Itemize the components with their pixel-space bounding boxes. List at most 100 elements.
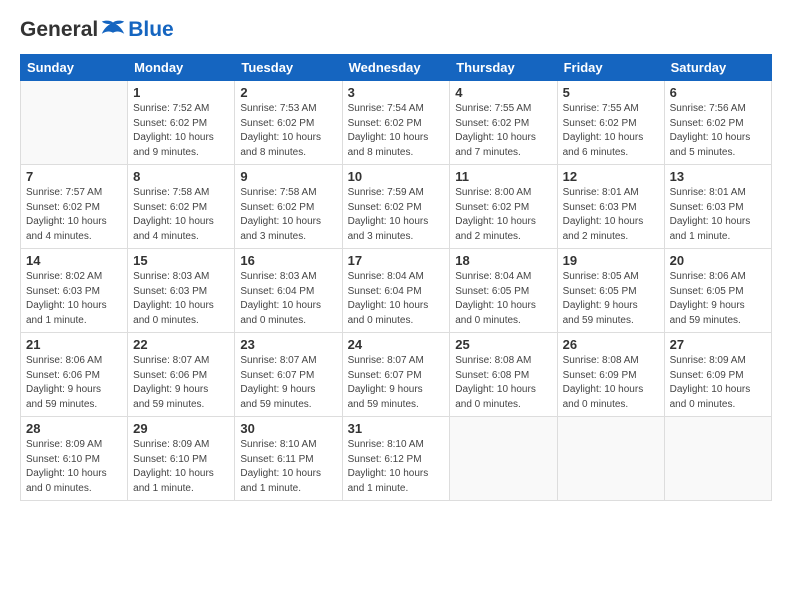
logo-general-text: General	[20, 18, 98, 42]
calendar-day-cell: 20 Sunrise: 8:06 AM Sunset: 6:05 PM Dayli…	[664, 249, 771, 333]
day-number: 4	[455, 85, 551, 100]
day-number: 31	[348, 421, 445, 436]
day-info: Sunrise: 8:08 AM Sunset: 6:08 PM Dayligh…	[455, 354, 551, 412]
day-info: Sunrise: 8:01 AM Sunset: 6:03 PM Dayligh…	[670, 186, 766, 244]
day-number: 2	[240, 85, 336, 100]
calendar-day-cell: 26 Sunrise: 8:08 AM Sunset: 6:09 PM Dayli…	[557, 333, 664, 417]
calendar-day-cell: 17Sunrise: 8:04 AM Sunset: 6:04 PM Dayli…	[342, 249, 450, 333]
calendar-day-cell: 21 Sunrise: 8:06 AM Sunset: 6:06 PM Dayli…	[21, 333, 128, 417]
calendar-day-cell: 6 Sunrise: 7:56 AM Sunset: 6:02 PM Daylig…	[664, 81, 771, 165]
day-number: 13	[670, 169, 766, 184]
calendar-week-row: 28 Sunrise: 8:09 AM Sunset: 6:10 PM Dayli…	[21, 417, 772, 501]
day-number: 29	[133, 421, 229, 436]
day-info: Sunrise: 8:02 AM Sunset: 6:03 PM Dayligh…	[26, 270, 122, 328]
calendar-day-header: Thursday	[450, 55, 557, 81]
day-number: 28	[26, 421, 122, 436]
day-info: Sunrise: 7:55 AM Sunset: 6:02 PM Dayligh…	[455, 102, 551, 160]
day-number: 12	[563, 169, 659, 184]
calendar-day-cell: 12 Sunrise: 8:01 AM Sunset: 6:03 PM Dayli…	[557, 165, 664, 249]
day-info: Sunrise: 8:04 AM Sunset: 6:05 PM Dayligh…	[455, 270, 551, 328]
day-info: Sunrise: 8:06 AM Sunset: 6:06 PM Dayligh…	[26, 354, 122, 412]
calendar-day-cell	[664, 417, 771, 501]
calendar-day-header: Saturday	[664, 55, 771, 81]
day-number: 25	[455, 337, 551, 352]
calendar-day-cell: 1 Sunrise: 7:52 AM Sunset: 6:02 PM Daylig…	[128, 81, 235, 165]
day-number: 23	[240, 337, 336, 352]
calendar-day-header: Wednesday	[342, 55, 450, 81]
calendar-day-cell: 14Sunrise: 8:02 AM Sunset: 6:03 PM Dayli…	[21, 249, 128, 333]
calendar-day-cell	[450, 417, 557, 501]
day-info: Sunrise: 8:09 AM Sunset: 6:09 PM Dayligh…	[670, 354, 766, 412]
calendar-day-cell: 16 Sunrise: 8:03 AM Sunset: 6:04 PM Dayli…	[235, 249, 342, 333]
day-number: 8	[133, 169, 229, 184]
day-number: 9	[240, 169, 336, 184]
day-info: Sunrise: 7:57 AM Sunset: 6:02 PM Dayligh…	[26, 186, 122, 244]
day-info: Sunrise: 8:10 AM Sunset: 6:12 PM Dayligh…	[348, 438, 445, 496]
calendar-day-cell: 24Sunrise: 8:07 AM Sunset: 6:07 PM Dayli…	[342, 333, 450, 417]
calendar-day-cell: 4 Sunrise: 7:55 AM Sunset: 6:02 PM Daylig…	[450, 81, 557, 165]
day-number: 26	[563, 337, 659, 352]
calendar-day-cell: 10 Sunrise: 7:59 AM Sunset: 6:02 PM Dayli…	[342, 165, 450, 249]
calendar-day-cell: 7 Sunrise: 7:57 AM Sunset: 6:02 PM Daylig…	[21, 165, 128, 249]
day-info: Sunrise: 7:58 AM Sunset: 6:02 PM Dayligh…	[240, 186, 336, 244]
day-info: Sunrise: 7:58 AM Sunset: 6:02 PM Dayligh…	[133, 186, 229, 244]
calendar-day-cell: 23 Sunrise: 8:07 AM Sunset: 6:07 PM Dayli…	[235, 333, 342, 417]
day-info: Sunrise: 8:07 AM Sunset: 6:07 PM Dayligh…	[240, 354, 336, 412]
page: General Blue SundayMondayTuesdayWednesda…	[0, 0, 792, 612]
day-info: Sunrise: 7:53 AM Sunset: 6:02 PM Dayligh…	[240, 102, 336, 160]
calendar-day-cell: 15Sunrise: 8:03 AM Sunset: 6:03 PM Dayli…	[128, 249, 235, 333]
calendar-day-cell: 22 Sunrise: 8:07 AM Sunset: 6:06 PM Dayli…	[128, 333, 235, 417]
day-number: 16	[240, 253, 336, 268]
day-info: Sunrise: 8:03 AM Sunset: 6:03 PM Dayligh…	[133, 270, 229, 328]
calendar-day-cell: 27 Sunrise: 8:09 AM Sunset: 6:09 PM Dayli…	[664, 333, 771, 417]
day-info: Sunrise: 7:52 AM Sunset: 6:02 PM Dayligh…	[133, 102, 229, 160]
calendar-table: SundayMondayTuesdayWednesdayThursdayFrid…	[20, 54, 772, 501]
calendar-day-cell: 9 Sunrise: 7:58 AM Sunset: 6:02 PM Daylig…	[235, 165, 342, 249]
day-number: 3	[348, 85, 445, 100]
day-number: 10	[348, 169, 445, 184]
day-info: Sunrise: 8:03 AM Sunset: 6:04 PM Dayligh…	[240, 270, 336, 328]
calendar-day-cell: 19Sunrise: 8:05 AM Sunset: 6:05 PM Dayli…	[557, 249, 664, 333]
day-number: 27	[670, 337, 766, 352]
calendar-day-cell	[21, 81, 128, 165]
calendar-day-cell	[557, 417, 664, 501]
day-info: Sunrise: 8:01 AM Sunset: 6:03 PM Dayligh…	[563, 186, 659, 244]
calendar-day-cell: 30Sunrise: 8:10 AM Sunset: 6:11 PM Dayli…	[235, 417, 342, 501]
calendar-day-cell: 13 Sunrise: 8:01 AM Sunset: 6:03 PM Dayli…	[664, 165, 771, 249]
day-info: Sunrise: 7:56 AM Sunset: 6:02 PM Dayligh…	[670, 102, 766, 160]
calendar-day-cell: 29 Sunrise: 8:09 AM Sunset: 6:10 PM Dayli…	[128, 417, 235, 501]
day-info: Sunrise: 8:09 AM Sunset: 6:10 PM Dayligh…	[133, 438, 229, 496]
day-number: 22	[133, 337, 229, 352]
day-number: 20	[670, 253, 766, 268]
calendar-week-row: 7 Sunrise: 7:57 AM Sunset: 6:02 PM Daylig…	[21, 165, 772, 249]
calendar-day-cell: 2 Sunrise: 7:53 AM Sunset: 6:02 PM Daylig…	[235, 81, 342, 165]
calendar-day-header: Tuesday	[235, 55, 342, 81]
header: General Blue	[20, 18, 772, 42]
calendar-header-row: SundayMondayTuesdayWednesdayThursdayFrid…	[21, 55, 772, 81]
day-number: 7	[26, 169, 122, 184]
calendar-day-cell: 18Sunrise: 8:04 AM Sunset: 6:05 PM Dayli…	[450, 249, 557, 333]
logo: General Blue	[20, 18, 174, 42]
day-info: Sunrise: 7:54 AM Sunset: 6:02 PM Dayligh…	[348, 102, 445, 160]
day-info: Sunrise: 8:05 AM Sunset: 6:05 PM Dayligh…	[563, 270, 659, 328]
day-info: Sunrise: 8:07 AM Sunset: 6:06 PM Dayligh…	[133, 354, 229, 412]
calendar-week-row: 21 Sunrise: 8:06 AM Sunset: 6:06 PM Dayli…	[21, 333, 772, 417]
day-info: Sunrise: 8:06 AM Sunset: 6:05 PM Dayligh…	[670, 270, 766, 328]
calendar-day-cell: 3 Sunrise: 7:54 AM Sunset: 6:02 PM Daylig…	[342, 81, 450, 165]
calendar-day-cell: 11Sunrise: 8:00 AM Sunset: 6:02 PM Dayli…	[450, 165, 557, 249]
day-info: Sunrise: 8:10 AM Sunset: 6:11 PM Dayligh…	[240, 438, 336, 496]
day-info: Sunrise: 8:09 AM Sunset: 6:10 PM Dayligh…	[26, 438, 122, 496]
day-info: Sunrise: 8:00 AM Sunset: 6:02 PM Dayligh…	[455, 186, 551, 244]
calendar-day-cell: 5Sunrise: 7:55 AM Sunset: 6:02 PM Daylig…	[557, 81, 664, 165]
logo-bird-icon	[99, 19, 127, 41]
calendar-day-header: Sunday	[21, 55, 128, 81]
day-info: Sunrise: 7:59 AM Sunset: 6:02 PM Dayligh…	[348, 186, 445, 244]
calendar-week-row: 1 Sunrise: 7:52 AM Sunset: 6:02 PM Daylig…	[21, 81, 772, 165]
day-number: 21	[26, 337, 122, 352]
day-number: 1	[133, 85, 229, 100]
day-info: Sunrise: 8:08 AM Sunset: 6:09 PM Dayligh…	[563, 354, 659, 412]
calendar-day-cell: 31 Sunrise: 8:10 AM Sunset: 6:12 PM Dayli…	[342, 417, 450, 501]
day-number: 6	[670, 85, 766, 100]
calendar-day-cell: 8 Sunrise: 7:58 AM Sunset: 6:02 PM Daylig…	[128, 165, 235, 249]
logo-blue-text: Blue	[128, 18, 174, 42]
